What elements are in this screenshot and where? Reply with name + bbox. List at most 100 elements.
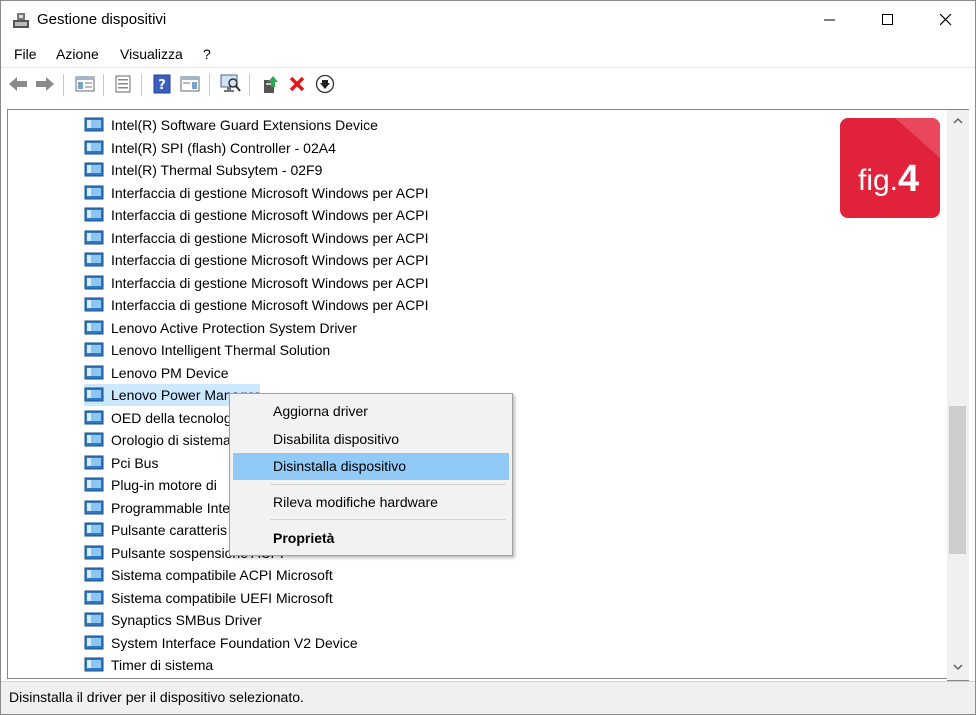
help-icon: ? [153,74,171,94]
tree-item-label: Timer di sistema [111,657,214,673]
menu-help[interactable]: ? [203,46,211,62]
forward-arrow-icon [36,77,54,91]
status-text: Disinstalla il driver per il dispositivo… [9,689,304,705]
system-device-icon [84,140,104,154]
tree-item-device[interactable]: Lenovo PM Device [84,362,229,384]
badge-fig-text: fig. [858,164,899,197]
tree-item-label: Interfaccia di gestione Microsoft Window… [111,297,429,313]
tree-item-label: System Interface Foundation V2 Device [111,634,358,651]
download-icon [315,74,335,94]
tree-item-label: Sistema compatibile UEFI Microsoft [111,589,333,606]
tree-item-label: Lenovo PM Device [111,364,229,381]
menu-separator [270,519,506,520]
system-device-icon [84,230,104,244]
menu-item-label: Proprietà [273,530,335,546]
tree-item-label: Interfaccia di gestione Microsoft Window… [111,274,429,291]
chevron-up-icon [953,118,963,124]
tree-item-label: Synaptics SMBus Driver [111,612,262,628]
device-manager-app-icon [13,13,29,28]
tree-item-device[interactable]: Lenovo Intelligent Thermal Solution [84,339,330,361]
scroll-down-button[interactable] [947,658,969,676]
tree-item-device[interactable]: Timer di sistema [84,654,213,676]
system-device-icon [84,635,104,649]
menu-item-disinstalla-dispositivo[interactable]: Disinstalla dispositivo [233,453,509,480]
menu-bar: File Azione Visualizza ? [1,41,975,67]
tree-item-label: Lenovo Active Protection System Driver [111,319,357,336]
menu-item-rileva-modifiche-hardware[interactable]: Rileva modifiche hardware [233,489,509,516]
menu-file[interactable]: File [14,46,37,62]
uninstall-device-icon [289,76,305,92]
menu-item-label: Aggiorna driver [273,403,368,419]
tree-item-label: Plug-in motore di [111,477,217,493]
system-device-icon [84,657,104,672]
system-device-icon [84,297,104,312]
tree-item-label: Programmable Inte [111,499,231,516]
scan-hardware-button[interactable] [219,73,241,95]
scan-hardware-icon [220,74,241,92]
menu-visualizza[interactable]: Visualizza [120,46,183,62]
back-button[interactable] [7,73,29,95]
tree-item-device[interactable]: Intel(R) Software Guard Extensions Devic… [84,114,378,136]
tree-item-label: Sistema compatibile ACPI Microsoft [111,567,333,583]
system-device-icon [84,590,104,604]
help-button[interactable]: ? [151,73,173,95]
update-driver-button[interactable] [259,73,281,95]
system-device-icon [84,567,104,582]
figure-badge: fig. 4 [840,118,940,218]
menu-azione[interactable]: Azione [56,46,99,62]
update-driver-icon [264,76,278,93]
forward-button[interactable] [34,73,56,95]
tree-item-device[interactable]: Sistema compatibile ACPI Microsoft [84,564,333,586]
minimize-button[interactable] [801,1,859,39]
system-device-icon [84,522,104,537]
tree-item-device[interactable]: Interfaccia di gestione Microsoft Window… [84,204,428,226]
system-device-icon [84,162,104,177]
menu-item-aggiorna-driver[interactable]: Aggiorna driver [233,398,509,425]
close-button[interactable] [917,1,975,39]
scroll-thumb[interactable] [949,406,966,554]
toolbar-separator [141,74,142,96]
scroll-up-button[interactable] [947,112,969,130]
tree-item-label: OED della tecnologia [111,409,243,426]
menu-item-disabilita-dispositivo[interactable]: Disabilita dispositivo [233,426,509,453]
tree-item-device[interactable]: Pci Bus [84,452,158,474]
tree-item-device[interactable]: Interfaccia di gestione Microsoft Window… [84,182,428,204]
uninstall-device-button[interactable] [286,73,308,95]
properties-button[interactable] [112,73,134,95]
system-device-icon [84,207,104,222]
tree-item-device[interactable]: Orologio di sistema [84,429,231,451]
tree-item-device[interactable]: Synaptics SMBus Driver [84,609,262,631]
menu-item-proprieta[interactable]: Proprietà [233,525,509,552]
tree-item-device[interactable]: System Interface Foundation V2 Device [84,632,358,654]
close-icon [940,14,952,26]
vertical-scrollbar[interactable] [947,109,969,681]
tree-item-device[interactable]: Intel(R) SPI (flash) Controller - 02A4 [84,137,336,159]
tree-item-device[interactable]: Programmable Inte [84,497,230,519]
tree-item-device[interactable]: Sistema compatibile UEFI Microsoft [84,587,333,609]
tree-item-device[interactable]: Lenovo Active Protection System Driver [84,317,357,339]
badge-number: 4 [898,158,920,200]
tree-item-device[interactable]: OED della tecnologia [84,407,243,429]
tree-item-device[interactable]: Interfaccia di gestione Microsoft Window… [84,294,428,316]
system-device-icon [84,545,104,559]
enable-device-button[interactable] [314,73,336,95]
tree-item-label: Pci Bus [111,454,159,471]
system-device-icon [84,410,104,424]
chevron-down-icon [953,664,963,670]
tree-item-device[interactable]: Interfaccia di gestione Microsoft Window… [84,227,428,249]
action-pane-icon [180,76,200,92]
system-device-icon [84,252,104,267]
system-device-icon [84,320,104,334]
tree-item-device[interactable]: Pulsante caratteris [84,519,227,541]
tree-item-device[interactable]: Plug-in motore di [84,474,217,496]
title-bar[interactable]: Gestione dispositivi [1,1,975,39]
action-pane-button[interactable] [179,73,201,95]
system-device-icon [84,455,104,469]
tree-item-label: Interfaccia di gestione Microsoft Window… [111,207,429,223]
console-tree-button[interactable] [74,73,96,95]
tree-item-label: Intel(R) Software Guard Extensions Devic… [111,117,378,133]
tree-item-device[interactable]: Interfaccia di gestione Microsoft Window… [84,249,428,271]
maximize-button[interactable] [859,1,917,39]
tree-item-device[interactable]: Intel(R) Thermal Subsytem - 02F9 [84,159,322,181]
tree-item-device[interactable]: Interfaccia di gestione Microsoft Window… [84,272,428,294]
